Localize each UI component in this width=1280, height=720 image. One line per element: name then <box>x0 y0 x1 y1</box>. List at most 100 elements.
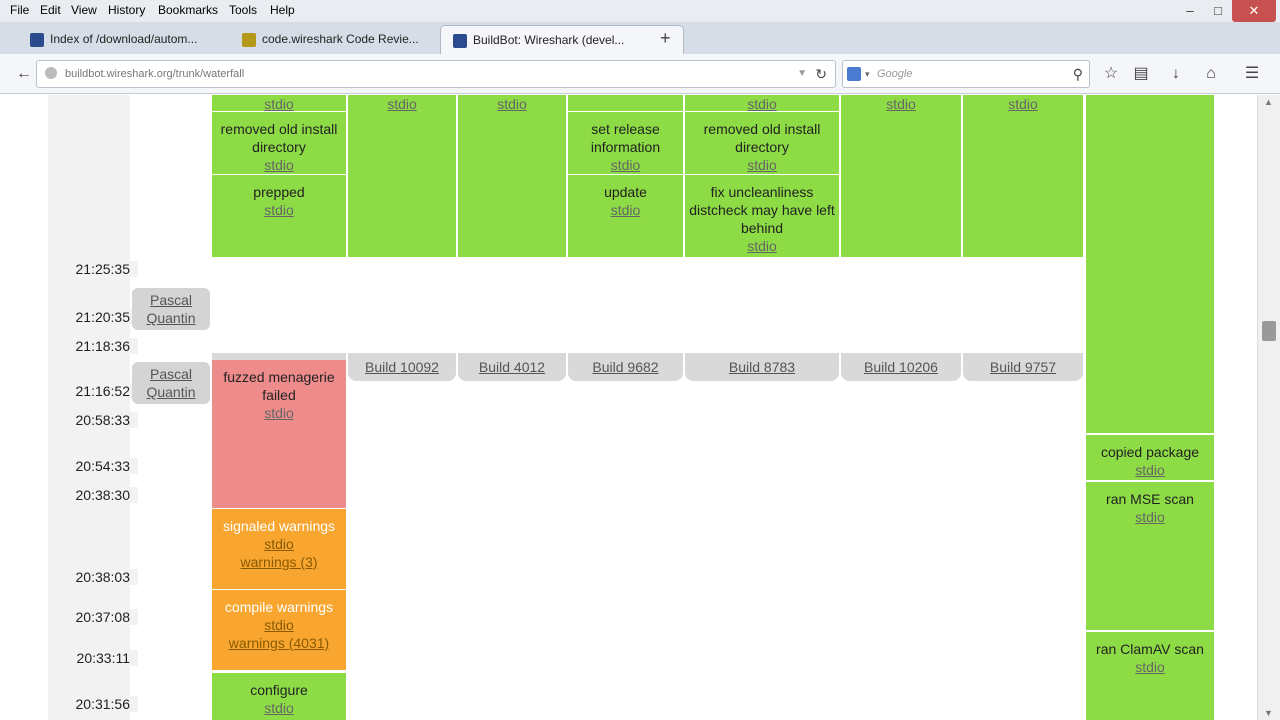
minimize-icon[interactable]: – <box>1175 0 1205 22</box>
home-icon[interactable]: ⌂ <box>1197 60 1225 88</box>
stdio-link[interactable]: stdio <box>497 96 527 112</box>
stdio-link[interactable]: stdio <box>212 616 346 634</box>
stdio-link[interactable]: stdio <box>264 405 294 421</box>
download-icon[interactable]: ↓ <box>1162 60 1190 88</box>
build-step: prepped stdio <box>212 175 346 257</box>
timestamp: 20:31:56 <box>48 696 138 712</box>
timestamp: 21:25:35 <box>48 261 138 277</box>
globe-icon <box>45 67 57 79</box>
build-link[interactable]: Build 10092 <box>348 353 456 381</box>
stdio-link[interactable]: stdio <box>747 96 777 112</box>
build-step: update stdio <box>568 175 683 257</box>
build-step: ran ClamAV scan stdio <box>1086 632 1214 720</box>
build-step <box>1086 95 1214 433</box>
wireshark-fin-icon <box>30 33 44 47</box>
timestamp: 20:37:08 <box>48 609 138 625</box>
build-step <box>568 95 683 111</box>
build-step: set release information stdio <box>568 112 683 174</box>
google-icon <box>847 67 861 81</box>
timestamp: 21:20:35 <box>48 309 138 325</box>
stdio-link[interactable]: stdio <box>387 96 417 112</box>
build-step-failed: fuzzed menagerie failed stdio <box>212 360 346 508</box>
step-text: compile warnings <box>224 599 334 615</box>
build-link[interactable]: Build 9682 <box>568 353 683 381</box>
vertical-scrollbar[interactable]: ▲ ▼ <box>1257 95 1280 720</box>
step-text: fix uncleanliness distcheck may have lef… <box>689 184 835 236</box>
build-link[interactable]: Build 9757 <box>963 353 1083 381</box>
scroll-down-icon[interactable]: ▼ <box>1264 708 1273 718</box>
scroll-up-icon[interactable]: ▲ <box>1264 97 1273 107</box>
stdio-link[interactable]: stdio <box>1008 96 1038 112</box>
tab-label: Index of /download/autom... <box>50 32 198 46</box>
timestamp: 20:38:30 <box>48 487 138 503</box>
tab-strip: Index of /download/autom... × code.wires… <box>0 22 1280 68</box>
build-step: removed old install directory stdio <box>685 112 839 174</box>
warnings-link[interactable]: warnings (4031) <box>229 635 329 651</box>
step-text: removed old install directory <box>220 121 338 155</box>
author-change-link[interactable]: Pascal Quantin <box>132 288 210 330</box>
stdio-link[interactable]: stdio <box>886 96 916 112</box>
author-change-link[interactable]: Pascal Quantin <box>132 362 210 404</box>
menu-file[interactable]: File <box>10 3 29 17</box>
step-text: fuzzed menagerie failed <box>223 369 335 403</box>
scrollbar-thumb[interactable] <box>1262 321 1276 341</box>
close-window-icon[interactable]: ✕ <box>1232 0 1276 22</box>
chevron-down-icon[interactable]: ▾ <box>865 61 870 87</box>
stdio-link[interactable]: stdio <box>1135 659 1165 675</box>
search-icon[interactable]: ⚲ <box>1073 61 1083 87</box>
tab-index-download[interactable]: Index of /download/autom... <box>18 25 254 54</box>
build-step: stdio <box>963 95 1083 257</box>
search-placeholder: Google <box>877 68 913 80</box>
step-text: set release information <box>590 121 661 155</box>
maximize-icon[interactable]: □ <box>1203 0 1233 22</box>
warnings-link[interactable]: warnings (3) <box>240 554 317 570</box>
stdio-link[interactable]: stdio <box>1135 462 1165 478</box>
build-step: stdio <box>685 95 839 112</box>
new-tab-icon[interactable]: + <box>660 24 678 52</box>
timestamp: 20:54:33 <box>48 458 138 474</box>
navigation-bar: ← buildbot.wireshark.org/trunk/waterfall… <box>0 54 1280 94</box>
build-step: removed old install directory stdio <box>212 112 346 174</box>
menu-help[interactable]: Help <box>270 3 295 17</box>
menu-bookmarks[interactable]: Bookmarks <box>158 3 218 17</box>
search-bar[interactable]: ▾ Google ⚲ <box>842 60 1090 88</box>
step-text: prepped <box>253 184 305 200</box>
stdio-link[interactable]: stdio <box>611 202 641 218</box>
stdio-link[interactable]: stdio <box>264 202 294 218</box>
stdio-link[interactable]: stdio <box>1135 509 1165 525</box>
menu-edit[interactable]: Edit <box>40 3 61 17</box>
stdio-link[interactable]: stdio <box>747 238 777 254</box>
build-step: stdio <box>458 95 566 257</box>
step-text: update <box>604 184 647 200</box>
build-step: stdio <box>348 95 456 257</box>
timestamp-column <box>48 95 130 720</box>
timestamp: 21:16:52 <box>48 383 138 399</box>
reload-icon[interactable]: ↻ <box>815 61 827 87</box>
build-link[interactable]: Build 10206 <box>841 353 961 381</box>
build-link[interactable]: Build 8783 <box>685 353 839 381</box>
stdio-link[interactable]: stdio <box>747 157 777 173</box>
stdio-link[interactable]: stdio <box>264 157 294 173</box>
dropdown-icon[interactable]: ▼ <box>797 61 807 87</box>
stdio-link[interactable]: stdio <box>264 700 294 716</box>
build-step: copied package stdio <box>1086 435 1214 480</box>
stdio-link[interactable]: stdio <box>611 157 641 173</box>
menu-history[interactable]: History <box>108 3 145 17</box>
menu-tools[interactable]: Tools <box>229 3 257 17</box>
step-text: ran ClamAV scan <box>1096 641 1204 657</box>
back-icon[interactable]: ← <box>10 60 38 88</box>
menu-view[interactable]: View <box>71 3 97 17</box>
menu-bar: File Edit View History Bookmarks Tools H… <box>0 0 1280 22</box>
step-text: configure <box>250 682 308 698</box>
build-link[interactable]: Build 4012 <box>458 353 566 381</box>
tab-label: BuildBot: Wireshark (devel... <box>473 33 625 47</box>
timestamp: 20:58:33 <box>48 412 138 428</box>
stdio-link[interactable]: stdio <box>212 535 346 553</box>
menu-icon[interactable]: ☰ <box>1238 60 1266 88</box>
tab-buildbot[interactable]: BuildBot: Wireshark (devel... <box>440 25 684 55</box>
wireshark-fin-icon <box>453 34 467 48</box>
bookmarks-list-icon[interactable]: ▤ <box>1127 60 1155 88</box>
url-bar[interactable]: buildbot.wireshark.org/trunk/waterfall ▼… <box>36 60 836 88</box>
bookmark-star-icon[interactable]: ☆ <box>1097 60 1125 88</box>
stdio-link[interactable]: stdio <box>264 96 294 112</box>
